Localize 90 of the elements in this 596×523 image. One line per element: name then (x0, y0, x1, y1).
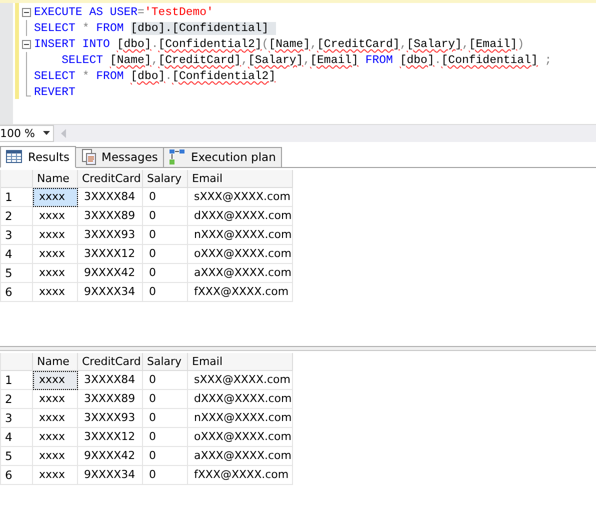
table-cell[interactable]: fXXX@XXXX.com (188, 282, 293, 302)
row-number[interactable]: 5 (1, 264, 33, 283)
row-number[interactable]: 3 (1, 408, 33, 428)
table-cell[interactable]: fXXX@XXXX.com (188, 466, 293, 485)
diagram-icon (168, 149, 185, 166)
table-cell[interactable]: xxxx (33, 390, 78, 409)
row-number[interactable]: 2 (1, 206, 33, 226)
table-cell[interactable]: aXXX@XXXX.com (188, 446, 293, 466)
column-header[interactable]: CreditCard (78, 170, 143, 188)
table-cell[interactable]: 3XXXX93 (78, 226, 143, 245)
table-cell[interactable]: 0 (143, 466, 188, 485)
table-cell[interactable]: xxxx (33, 188, 78, 207)
result-tab[interactable]: Messages (74, 146, 164, 167)
table-cell[interactable]: 9XXXX42 (78, 446, 143, 466)
table-cell[interactable]: 9XXXX34 (78, 282, 143, 302)
table-cell[interactable]: sXXX@XXXX.com (188, 188, 293, 207)
table-cell[interactable]: xxxx (33, 226, 78, 245)
table-cell[interactable]: xxxx (33, 370, 78, 390)
tab-label: Messages (102, 150, 158, 164)
table-cell[interactable]: oXXX@XXXX.com (188, 244, 293, 264)
table-cell[interactable]: 9XXXX34 (78, 466, 143, 485)
row-number[interactable]: 4 (1, 244, 33, 264)
table-cell[interactable]: 3XXXX84 (78, 370, 143, 390)
table-cell[interactable]: xxxx (33, 466, 78, 485)
row-number[interactable]: 4 (1, 428, 33, 447)
column-header[interactable]: Email (188, 170, 293, 188)
tab-label: Execution plan (190, 150, 276, 164)
row-number[interactable]: 1 (1, 370, 33, 390)
zoom-dropdown[interactable]: 100 % (0, 124, 54, 142)
table-cell[interactable]: xxxx (33, 408, 78, 428)
table-cell[interactable]: 3XXXX12 (78, 244, 143, 264)
table-cell[interactable]: xxxx (33, 446, 78, 466)
code-line: SELECT [Name],[CreditCard],[Salary],[Email] FROM [dbo].[Confidential] ; (60, 54, 552, 66)
code-line: SELECT * FROM [dbo].[Confidential2] (34, 70, 276, 82)
table-cell[interactable]: 0 (143, 244, 188, 264)
table-cell[interactable]: 0 (143, 446, 188, 466)
grid-icon (6, 150, 22, 164)
code-line: REVERT (34, 86, 76, 98)
table-cell[interactable]: 9XXXX42 (78, 264, 143, 283)
table-cell[interactable]: aXXX@XXXX.com (188, 264, 293, 283)
table-cell[interactable]: 0 (143, 282, 188, 302)
table-cell[interactable]: xxxx (33, 264, 78, 283)
table-cell[interactable]: 3XXXX89 (78, 206, 143, 226)
table-cell[interactable]: sXXX@XXXX.com (188, 370, 293, 390)
table-cell[interactable]: 0 (143, 390, 188, 409)
table-cell[interactable]: xxxx (33, 282, 78, 302)
result-tab[interactable]: Execution plan (162, 146, 282, 167)
table-cell[interactable]: 3XXXX12 (78, 428, 143, 447)
row-number[interactable]: 6 (1, 282, 33, 302)
row-number[interactable]: 2 (1, 390, 33, 409)
table-cell[interactable]: dXXX@XXXX.com (188, 390, 293, 409)
table-cell[interactable]: 3XXXX93 (78, 408, 143, 428)
collapse-icon[interactable] (22, 40, 31, 49)
scroll-left-icon[interactable] (61, 128, 66, 138)
table-cell[interactable]: 0 (143, 428, 188, 447)
table-cell[interactable]: oXXX@XXXX.com (188, 428, 293, 447)
table-cell[interactable]: 0 (143, 264, 188, 283)
column-header[interactable]: Salary (143, 352, 188, 371)
result-tab[interactable]: Results (0, 146, 76, 168)
row-number[interactable]: 1 (1, 188, 33, 207)
caret-icon (43, 131, 50, 136)
table-cell[interactable]: nXXX@XXXX.com (188, 226, 293, 245)
table-cell[interactable]: xxxx (33, 206, 78, 226)
table-cell[interactable]: 0 (143, 408, 188, 428)
row-number[interactable]: 3 (1, 226, 33, 245)
header-corner[interactable] (1, 170, 33, 188)
table-cell[interactable]: 0 (143, 370, 188, 390)
tab-label: Results (28, 150, 70, 164)
table-cell[interactable]: xxxx (33, 428, 78, 447)
code-line: EXECUTE AS USER='TestDemo' (34, 6, 214, 18)
column-header[interactable]: Name (33, 352, 78, 371)
table-cell[interactable]: nXXX@XXXX.com (188, 408, 293, 428)
table-cell[interactable]: 3XXXX89 (78, 390, 143, 409)
row-number[interactable]: 6 (1, 466, 33, 485)
table-cell[interactable]: xxxx (33, 244, 78, 264)
header-corner[interactable] (1, 352, 33, 371)
table-cell[interactable]: 0 (143, 226, 188, 245)
table-cell[interactable]: dXXX@XXXX.com (188, 206, 293, 226)
column-header[interactable]: Name (33, 170, 78, 188)
row-number[interactable]: 5 (1, 446, 33, 466)
column-header[interactable]: Email (188, 352, 293, 371)
column-header[interactable]: CreditCard (78, 352, 143, 371)
code-line: INSERT INTO [dbo].[Confidential2]([Name],[CreditCard],[Salary],[Email]) (34, 38, 524, 50)
table-cell[interactable]: 0 (143, 188, 188, 207)
document-icon (80, 149, 96, 166)
table-cell[interactable]: 0 (143, 206, 188, 226)
column-header[interactable]: Salary (143, 170, 188, 188)
table-cell[interactable]: 3XXXX84 (78, 188, 143, 207)
code-line: SELECT * FROM [dbo].[Confidential] (34, 22, 276, 34)
collapse-icon[interactable] (22, 8, 31, 17)
